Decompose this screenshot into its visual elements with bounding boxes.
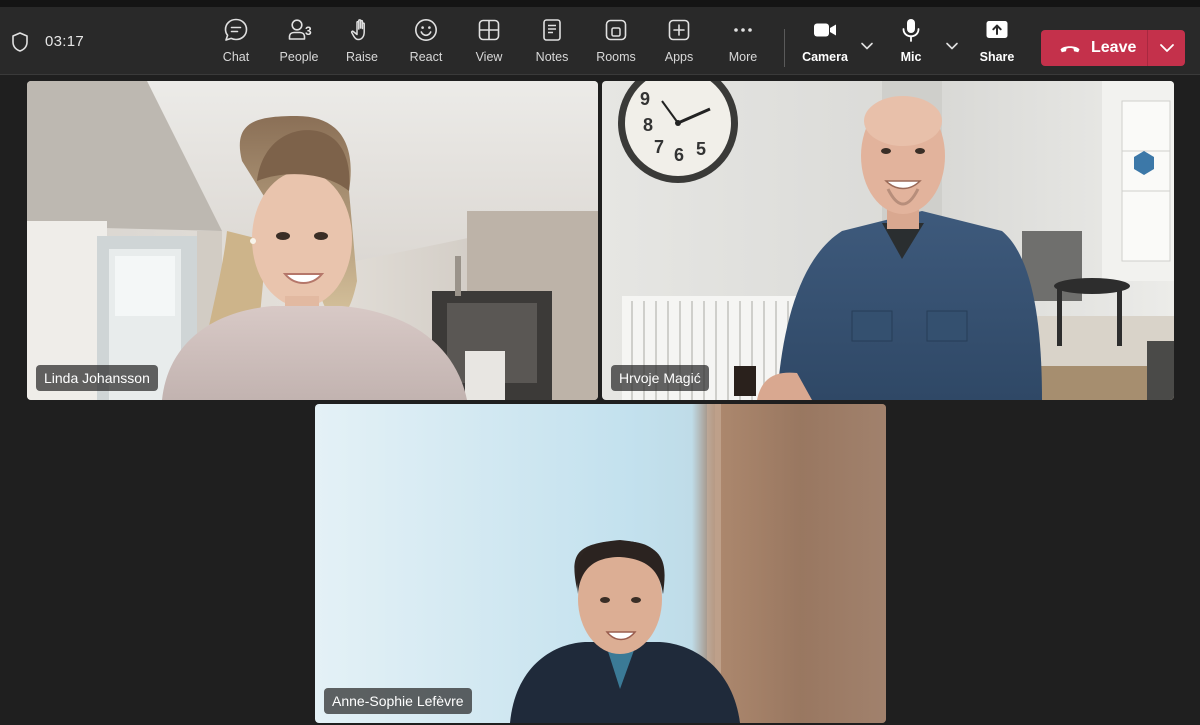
people-button[interactable]: 3 People [269,17,329,69]
mic-button[interactable]: Mic [881,17,941,69]
svg-text:9: 9 [640,89,650,109]
rooms-button[interactable]: Rooms [586,17,646,69]
shield-icon[interactable] [10,31,30,53]
camera-label: Camera [802,50,848,64]
participant-name-tag: Linda Johansson [36,365,158,391]
video-tile-3[interactable]: Anne-Sophie Lefèvre [315,404,886,723]
svg-text:5: 5 [696,139,706,159]
participant-name-tag: Hrvoje Magić [611,365,709,391]
leave-label: Leave [1091,39,1137,56]
window-top-strip [0,0,1200,7]
call-timer: 03:17 [45,33,85,50]
rooms-label: Rooms [596,50,636,64]
leave-button[interactable]: Leave [1041,30,1147,66]
participant-video-feed [315,404,886,723]
notes-label: Notes [535,50,569,64]
apps-button[interactable]: Apps [649,17,709,69]
view-button[interactable]: View [459,17,519,69]
view-label: View [475,50,503,64]
video-tile-1[interactable]: Linda Johansson [27,81,598,400]
mic-label: Mic [900,50,922,64]
mic-options-chevron-icon[interactable] [945,41,959,51]
notes-button[interactable]: Notes [522,17,582,69]
chat-button[interactable]: Chat [206,17,266,69]
participant-video-feed: 8 7 6 5 9 [602,81,1174,400]
chat-label: Chat [222,50,250,64]
toolbar-divider [784,29,785,67]
smiley-icon [413,17,439,43]
more-label: More [728,50,758,64]
leave-options-button[interactable] [1148,30,1185,66]
participant-video-feed [27,81,598,400]
camera-icon [812,17,838,43]
meeting-window: 03:17 Chat 3 People Raise React View Not… [0,0,1200,725]
react-label: React [409,50,443,64]
raise-label: Raise [346,50,378,64]
notes-icon [539,17,565,43]
svg-text:6: 6 [674,145,684,165]
apps-label: Apps [664,50,694,64]
video-tile-2[interactable]: 8 7 6 5 9 Hrvoje Magić [602,81,1174,400]
chat-icon [223,17,249,43]
meeting-toolbar: 03:17 Chat 3 People Raise React View Not… [0,7,1200,75]
more-button[interactable]: More [713,17,773,69]
ellipsis-icon [730,17,756,43]
share-label: Share [979,50,1015,64]
plus-icon [666,17,692,43]
camera-button[interactable]: Camera [795,17,855,69]
people-label: People [279,50,319,64]
raise-hand-button[interactable]: Raise [332,17,392,69]
react-button[interactable]: React [396,17,456,69]
grid-icon [476,17,502,43]
camera-options-chevron-icon[interactable] [860,41,874,51]
hangup-phone-icon [1060,46,1080,53]
share-button[interactable]: Share [967,17,1027,69]
people-count-badge: 3 [305,24,312,38]
chevron-down-icon [1159,44,1174,52]
svg-text:8: 8 [643,115,653,135]
rooms-icon [603,17,629,43]
svg-text:7: 7 [654,137,664,157]
leave-button-group: Leave [1041,30,1185,66]
share-upload-icon [984,17,1010,43]
participant-name-tag: Anne-Sophie Lefèvre [324,688,472,714]
hand-icon [349,17,375,43]
microphone-icon [898,17,924,43]
